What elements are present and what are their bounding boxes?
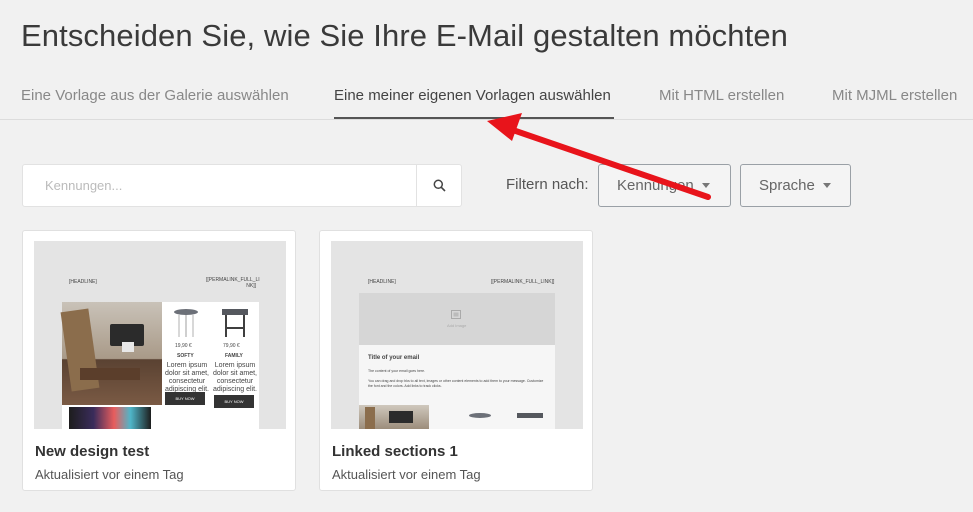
filter-tags-dropdown[interactable]: Kennungen (598, 164, 731, 207)
product-price: 79,90 € (223, 343, 240, 349)
preview-headline: [HEADLINE] (69, 279, 97, 285)
product-text: Lorem ipsum dolor sit amet, consectetur … (213, 362, 257, 393)
caret-down-icon (701, 183, 710, 188)
template-updated: Aktualisiert vor einem Tag (35, 467, 184, 482)
page-title: Entscheiden Sie, wie Sie Ihre E-Mail ges… (21, 18, 789, 53)
stool-family (222, 309, 248, 339)
desk-photo (60, 302, 162, 405)
template-updated: Aktualisiert vor einem Tag (332, 467, 481, 482)
template-preview: [HEADLINE] [[PERMALINK_FULL_LINK]] Add I… (331, 241, 583, 429)
template-title: Linked sections 1 (332, 443, 458, 460)
template-card-linked-sections-1[interactable]: [HEADLINE] [[PERMALINK_FULL_LINK]] Add I… (319, 230, 593, 491)
search-box (22, 164, 462, 207)
email-line: You can drag and drop bks to all text, i… (368, 379, 544, 388)
search-button[interactable] (416, 165, 461, 206)
image-icon (451, 310, 461, 319)
tab-html[interactable]: Mit HTML erstellen (659, 87, 784, 104)
email-line: The content of your email goes here. (368, 369, 426, 373)
buy-now-button: BUY NOW (165, 392, 205, 405)
stool-softy (174, 309, 198, 339)
bottom-photo (359, 405, 429, 429)
template-title: New design test (35, 443, 150, 460)
template-card-new-design-test[interactable]: [HEADLINE] [[PERMALINK_FULL_LI NK]] 19,9… (22, 230, 296, 491)
tab-own-templates[interactable]: Eine meiner eigenen Vorlagen auswählen (334, 87, 611, 104)
tab-gallery[interactable]: Eine Vorlage aus der Galerie auswählen (21, 87, 289, 104)
product-text: Lorem ipsum dolor sit amet, consectetur … (165, 362, 209, 393)
filter-tags-label: Kennungen (617, 177, 694, 194)
product-photo (69, 407, 151, 429)
filter-language-dropdown[interactable]: Sprache (740, 164, 851, 207)
search-input[interactable] (23, 165, 417, 206)
product-name: SOFTY (177, 353, 194, 359)
filter-label: Filtern nach: (506, 176, 589, 193)
product-name: FAMILY (225, 353, 243, 359)
email-title: Title of your email (368, 355, 420, 361)
preview-headline: [HEADLINE] (368, 279, 396, 285)
image-label: Add Image (447, 323, 467, 328)
image-placeholder: Add Image (359, 293, 555, 345)
product-price: 19,90 € (175, 343, 192, 349)
tab-mjml[interactable]: Mit MJML erstellen (832, 87, 957, 104)
buy-now-button: BUY NOW (214, 395, 254, 408)
preview-permalink: [[PERMALINK_FULL_LI NK]] (206, 277, 260, 289)
active-tab-indicator (334, 117, 614, 119)
caret-down-icon (822, 183, 831, 188)
template-preview: [HEADLINE] [[PERMALINK_FULL_LI NK]] 19,9… (34, 241, 286, 429)
filter-language-label: Sprache (759, 177, 815, 194)
preview-permalink: [[PERMALINK_FULL_LINK]] (491, 279, 555, 285)
search-icon (433, 179, 446, 192)
